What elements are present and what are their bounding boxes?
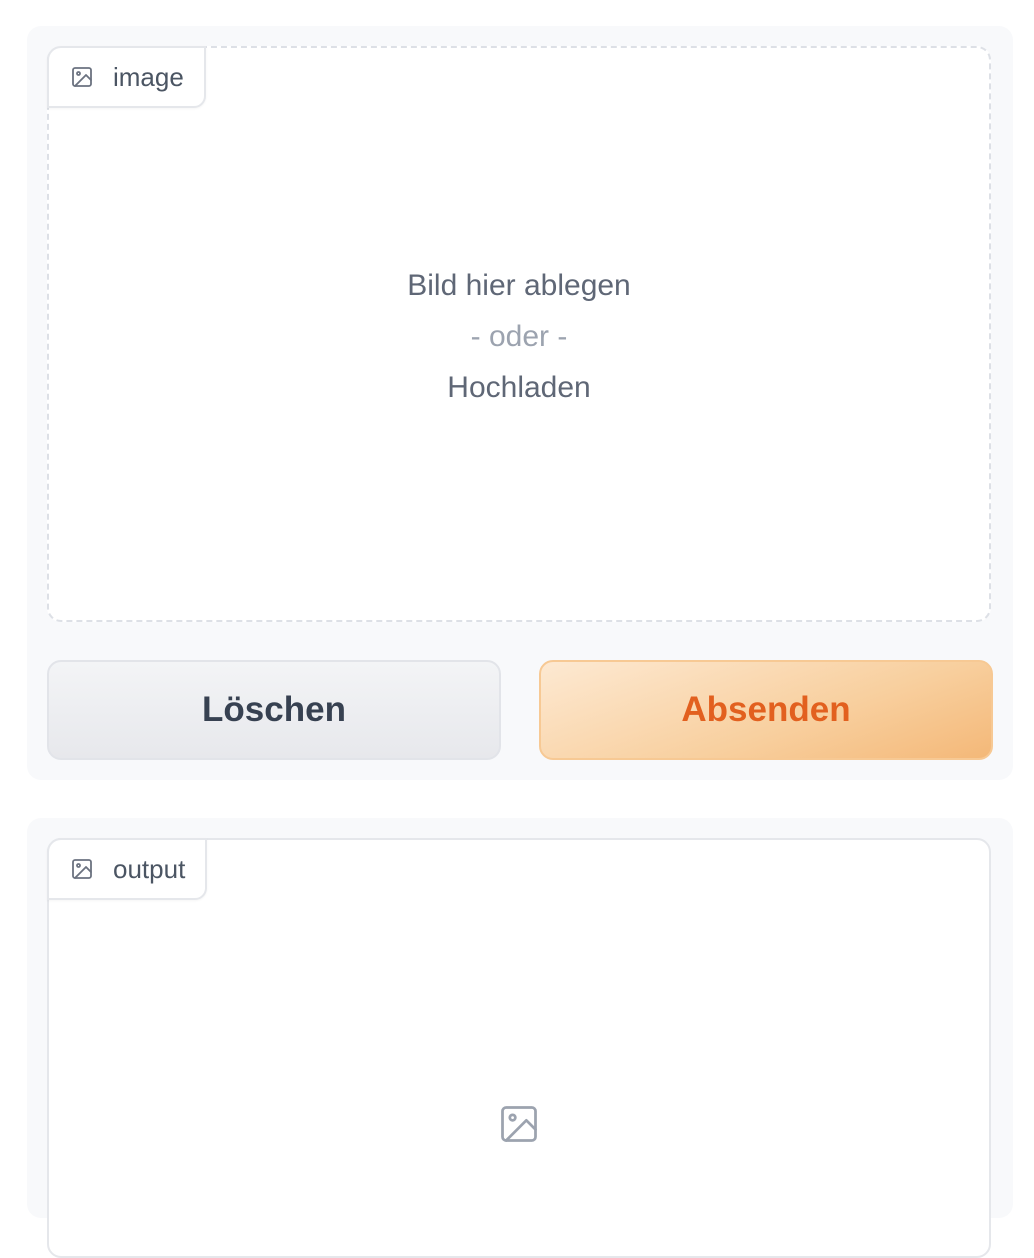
image-placeholder-icon [497, 1102, 541, 1146]
drop-here-text: Bild hier ablegen [407, 269, 631, 302]
image-label: image [113, 61, 184, 92]
output-panel: output [27, 818, 1013, 1258]
input-panel: image Bild hier ablegen - oder - Hochlad… [27, 26, 1013, 780]
output-label: output [113, 853, 186, 884]
image-icon [69, 856, 95, 882]
upload-link[interactable]: Hochladen [49, 362, 989, 413]
clear-button[interactable]: Löschen [47, 660, 501, 760]
image-label-tab: image [47, 46, 206, 108]
drop-instructions: Bild hier ablegen - oder - Hochladen [49, 260, 989, 413]
output-label-tab: output [47, 838, 208, 900]
or-separator-text: - oder - [470, 320, 568, 353]
image-upload-dropzone[interactable]: image Bild hier ablegen - oder - Hochlad… [47, 46, 991, 622]
output-image-box: output [47, 838, 991, 1258]
image-icon [69, 64, 95, 90]
submit-button[interactable]: Absenden [539, 660, 993, 760]
